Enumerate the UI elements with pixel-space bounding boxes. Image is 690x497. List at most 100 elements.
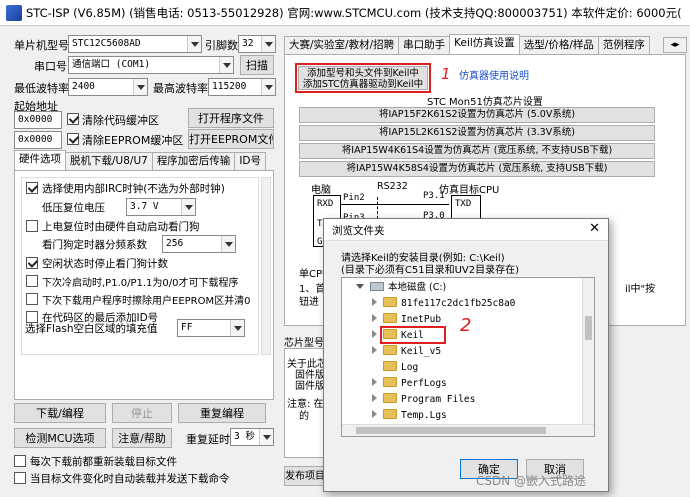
- tree-item-folder[interactable]: PerfLogs: [372, 376, 447, 392]
- tab-examples[interactable]: 范例程序: [597, 36, 650, 54]
- diagram-pc-label: 电脑: [311, 185, 331, 196]
- tab-scroll-arrows[interactable]: ◂▸: [663, 37, 687, 53]
- tab-hardware-options[interactable]: 硬件选项: [14, 150, 66, 170]
- folder-icon: [383, 361, 397, 371]
- folder-icon: [383, 377, 397, 387]
- max-baud-label: 最高波特率: [153, 82, 208, 95]
- sim-chip-button-2[interactable]: 将IAP15L2K61S2设置为仿真芯片 (3.3V系统): [299, 125, 655, 141]
- expand-icon[interactable]: [372, 298, 377, 306]
- min-baud-select[interactable]: 2400: [68, 78, 148, 96]
- repeat-delay-label: 重复延时: [186, 433, 230, 446]
- annotation-box-2: [380, 326, 446, 344]
- options-scrollbar[interactable]: [261, 177, 271, 355]
- close-icon[interactable]: ✕: [589, 221, 600, 236]
- port-label: 串口号: [34, 60, 67, 73]
- keil-suffix-text: il中"按: [625, 284, 656, 295]
- sim-chip-button-3[interactable]: 将IAP15W4K61S4设置为仿真芯片 (宽压系统, 不支持USB下载): [299, 143, 655, 159]
- expand-icon[interactable]: [372, 378, 377, 386]
- reprogram-button[interactable]: 重复编程: [178, 403, 266, 423]
- window-title: STC-ISP (V6.85M) (销售电话: 0513-55012928) 官…: [26, 5, 682, 20]
- tree-item-drive[interactable]: 本地磁盘 (C:): [356, 280, 446, 296]
- lvr-voltage-select[interactable]: 3.7 V: [126, 198, 196, 216]
- port-select[interactable]: 通信端口 (COM1): [68, 56, 234, 74]
- option-checkbox[interactable]: [26, 275, 38, 287]
- publish-project-tab[interactable]: 发布项目: [284, 466, 324, 486]
- stop-button[interactable]: 停止: [112, 403, 172, 423]
- expand-icon[interactable]: [372, 346, 377, 354]
- repeat-delay-select[interactable]: 3 秒: [230, 428, 274, 446]
- dialog-titlebar: 浏览文件夹 ✕: [324, 219, 608, 241]
- p31-label: P3.1: [423, 191, 445, 201]
- open-program-button[interactable]: 打开程序文件: [188, 108, 274, 128]
- tree-item-folder[interactable]: 81fe117c2dc1fb25c8a0: [372, 296, 515, 312]
- chevron-down-icon: [221, 236, 235, 252]
- expand-icon[interactable]: [372, 314, 377, 322]
- section-title: STC Mon51仿真芯片设置: [427, 97, 543, 108]
- dialog-title: 浏览文件夹: [332, 225, 385, 237]
- option-checkbox[interactable]: [26, 220, 38, 232]
- tab-keil-sim[interactable]: Keil仿真设置: [449, 34, 520, 54]
- expand-icon[interactable]: [372, 410, 377, 418]
- eeprom-addr-input[interactable]: 0x0000: [14, 131, 62, 149]
- tab-selection[interactable]: 选型/价格/样品: [518, 36, 599, 54]
- start-addr-input[interactable]: 0x0000: [14, 111, 62, 129]
- add-to-keil-button[interactable]: 添加型号和头文件到Keil中 添加STC仿真器驱动到Keil中: [298, 66, 428, 90]
- firmware-line-2: 固件版: [295, 381, 325, 392]
- scrollbar-thumb[interactable]: [585, 316, 592, 340]
- option-label: 低压复位电压: [42, 202, 105, 214]
- note-text-2: 的: [299, 411, 309, 422]
- open-eeprom-button[interactable]: 打开EEPROM文件: [188, 129, 274, 149]
- option-checkbox[interactable]: [26, 182, 38, 194]
- tab-offline-download[interactable]: 脱机下载/U8/U7: [65, 152, 153, 170]
- diagram-target-label: 仿真目标CPU: [439, 185, 500, 196]
- chevron-down-icon: [219, 57, 233, 73]
- help-button[interactable]: 注意/帮助: [112, 428, 172, 448]
- clear-code-checkbox[interactable]: [67, 113, 79, 125]
- left-tab-bar: 硬件选项 脱机下载/U8/U7 程序加密后传输 ID号: [14, 150, 266, 170]
- auto-send-checkbox[interactable]: [14, 472, 26, 484]
- option-checkbox[interactable]: [26, 293, 38, 305]
- tab-id-number[interactable]: ID号: [234, 152, 266, 170]
- chip-info-panel: 关于此芯 固件版 固件版 注意: 在 的: [284, 348, 327, 458]
- reload-label: 每次下载前都重新装载目标文件: [30, 456, 177, 468]
- mcu-model-select[interactable]: STC12C5608AD: [68, 35, 202, 53]
- pin-count-select[interactable]: 32: [238, 35, 276, 53]
- folder-icon: [383, 409, 397, 419]
- min-baud-label: 最低波特率: [14, 82, 69, 95]
- chevron-down-icon: [187, 36, 201, 52]
- tab-encrypt-transfer[interactable]: 程序加密后传输: [151, 152, 236, 170]
- tree-vertical-scrollbar[interactable]: [582, 278, 594, 424]
- download-button[interactable]: 下载/编程: [14, 403, 106, 423]
- tab-serial-assistant[interactable]: 串口助手: [398, 36, 451, 54]
- tab-contest[interactable]: 大赛/实验室/教材/招聘: [284, 36, 400, 54]
- option-label: 上电复位时由硬件自动启动看门狗: [42, 221, 200, 233]
- expand-icon[interactable]: [372, 330, 377, 338]
- folder-icon: [383, 345, 397, 355]
- browse-folder-dialog: 浏览文件夹 ✕ 请选择Keil的安装目录(例如: C:\Keil) (目录下必须…: [323, 218, 609, 492]
- check-mcu-button[interactable]: 检测MCU选项: [14, 428, 106, 448]
- max-baud-select[interactable]: 115200: [208, 78, 276, 96]
- clear-eeprom-label: 清除EEPROM缓冲区: [82, 134, 184, 147]
- scan-button[interactable]: 扫描: [240, 55, 274, 75]
- expand-icon[interactable]: [356, 284, 364, 289]
- watchdog-prescale-select[interactable]: 256: [162, 235, 236, 253]
- sim-chip-button-1[interactable]: 将IAP15F2K61S2设置为仿真芯片 (5.0V系统): [299, 107, 655, 123]
- flash-fill-select[interactable]: FF: [177, 319, 245, 337]
- tree-item-folder[interactable]: Log: [372, 360, 418, 376]
- emulator-help-link[interactable]: 仿真器使用说明: [459, 67, 529, 82]
- tree-item-folder[interactable]: Keil_v5: [372, 344, 441, 360]
- folder-icon: [383, 313, 397, 323]
- pin-count-label: 引脚数: [205, 39, 238, 52]
- reload-checkbox[interactable]: [14, 455, 26, 467]
- option-checkbox[interactable]: [26, 257, 38, 269]
- folder-tree: 本地磁盘 (C:) 81fe117c2dc1fb25c8a0 InetPub K…: [341, 277, 595, 437]
- dialog-instruction-2: (目录下必须有C51目录和UV2目录存在): [341, 265, 520, 276]
- option-label: 选择使用内部IRC时钟(不选为外部时钟): [42, 183, 225, 195]
- tree-item-folder[interactable]: Program Files: [372, 392, 475, 408]
- expand-icon[interactable]: [372, 394, 377, 402]
- tree-item-folder[interactable]: Temp.Lgs: [372, 408, 447, 424]
- option-label: 下次冷启动时,P1.0/P1.1为0/0才可下载程序: [42, 278, 239, 289]
- scrollbar-thumb[interactable]: [356, 427, 546, 434]
- tree-horizontal-scrollbar[interactable]: [342, 424, 594, 436]
- clear-eeprom-checkbox[interactable]: [67, 133, 79, 145]
